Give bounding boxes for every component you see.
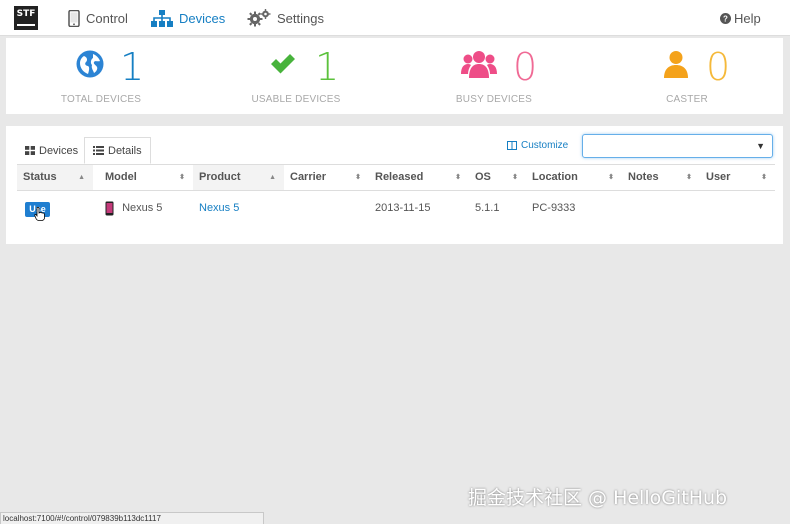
- cell-user: [700, 195, 775, 221]
- stat-busy-devices-value: 0: [513, 45, 538, 89]
- stf-logo[interactable]: STF: [14, 6, 38, 30]
- nav-devices[interactable]: Devices: [151, 8, 225, 28]
- column-user[interactable]: User ⬍: [700, 165, 775, 190]
- phone-device-icon: [105, 201, 114, 216]
- check-icon: [271, 54, 295, 74]
- cell-product-link[interactable]: Nexus 5: [193, 195, 284, 221]
- table-header: Status ▲ Model ⬍ Product ▲ Carrier ⬍ Release…: [17, 164, 775, 191]
- stat-total-devices-label: TOTAL DEVICES: [60, 94, 142, 105]
- nav-control[interactable]: Control: [68, 8, 128, 28]
- column-product[interactable]: Product ▲: [193, 165, 284, 190]
- sort-icon: ⬍: [455, 174, 461, 181]
- column-carrier[interactable]: Carrier ⬍: [284, 165, 369, 190]
- globe-icon: [76, 50, 104, 78]
- stat-total-devices-value: 1: [120, 45, 145, 89]
- help-label: Help: [734, 10, 761, 26]
- caret-down-icon: ▼: [756, 141, 765, 151]
- stat-caster-value: 0: [706, 45, 731, 89]
- tab-details-label: Details: [108, 144, 142, 157]
- question-circle-icon: ?: [720, 12, 731, 24]
- sort-icon: ⬍: [686, 174, 692, 181]
- list-icon: [93, 146, 104, 155]
- column-status[interactable]: Status ▲: [17, 165, 93, 190]
- column-released[interactable]: Released ⬍: [369, 165, 469, 190]
- sort-icon: ⬍: [179, 174, 185, 181]
- top-navbar: STF Control Devices Settings ? Help: [0, 0, 790, 36]
- watermark: 掘金技术社区 @ HelloGitHub: [468, 487, 728, 509]
- table-row: Use Nexus 5 Nexus 5 2013-11-15 5.1.1 PC-…: [17, 195, 775, 221]
- tab-details[interactable]: Details: [84, 137, 151, 164]
- nav-devices-label: Devices: [179, 10, 226, 26]
- gears-icon: [247, 9, 271, 27]
- customize-button[interactable]: Customize: [507, 140, 568, 151]
- sort-icon: ⬍: [355, 174, 361, 181]
- cell-model: Nexus 5: [99, 195, 193, 221]
- sort-icon: ⬍: [608, 174, 614, 181]
- model-value: Nexus 5: [122, 202, 163, 214]
- sitemap-icon: [151, 9, 173, 27]
- sort-icon: ⬍: [761, 174, 767, 181]
- user-icon: [664, 51, 688, 78]
- nav-settings-label: Settings: [277, 10, 324, 26]
- grid-icon: [25, 146, 35, 155]
- sort-asc-icon: ▲: [269, 174, 276, 181]
- tab-devices-label: Devices: [39, 144, 79, 157]
- nav-control-label: Control: [86, 10, 128, 26]
- cell-carrier: [284, 195, 369, 221]
- stat-busy-devices-label: BUSY DEVICES: [455, 94, 533, 105]
- device-stats-panel: 1 TOTAL DEVICES 1 USABLE DEVICES 0 BUSY …: [6, 38, 783, 114]
- sort-asc-icon: ▲: [78, 174, 85, 181]
- device-search-select[interactable]: ▼: [582, 134, 773, 158]
- stat-usable-devices-label: USABLE DEVICES: [251, 94, 341, 105]
- stat-usable-devices-value: 1: [315, 45, 340, 89]
- tab-devices[interactable]: Devices: [17, 137, 86, 164]
- device-list-panel: Devices Details Customize ▼ Status ▲ Mode…: [6, 126, 783, 244]
- stat-busy-devices: 0 BUSY DEVICES: [399, 38, 589, 114]
- stat-usable-devices: 1 USABLE DEVICES: [201, 38, 391, 114]
- hand-cursor-icon: [34, 207, 45, 221]
- phone-icon: [68, 9, 80, 27]
- customize-label: Customize: [521, 140, 569, 151]
- columns-icon: [507, 141, 517, 150]
- cell-os: 5.1.1: [475, 202, 500, 214]
- cell-notes: [622, 195, 700, 221]
- column-model[interactable]: Model ⬍: [99, 165, 193, 190]
- column-location[interactable]: Location ⬍: [526, 165, 622, 190]
- nav-settings[interactable]: Settings: [247, 8, 324, 28]
- column-os[interactable]: OS ⬍: [469, 165, 526, 190]
- stat-caster: 0 CASTER: [592, 38, 782, 114]
- help-link[interactable]: ? Help: [720, 8, 761, 28]
- column-notes[interactable]: Notes ⬍: [622, 165, 700, 190]
- cell-location: PC-9333: [532, 202, 576, 214]
- cell-released: 2013-11-15: [375, 202, 431, 214]
- stat-total-devices: 1 TOTAL DEVICES: [6, 38, 196, 114]
- browser-status-url: localhost:7100/#!/control/079839b113dc11…: [0, 512, 264, 524]
- svg-text:?: ?: [723, 14, 728, 23]
- stat-caster-label: CASTER: [666, 94, 708, 105]
- users-icon: [461, 51, 497, 78]
- sort-icon: ⬍: [512, 174, 518, 181]
